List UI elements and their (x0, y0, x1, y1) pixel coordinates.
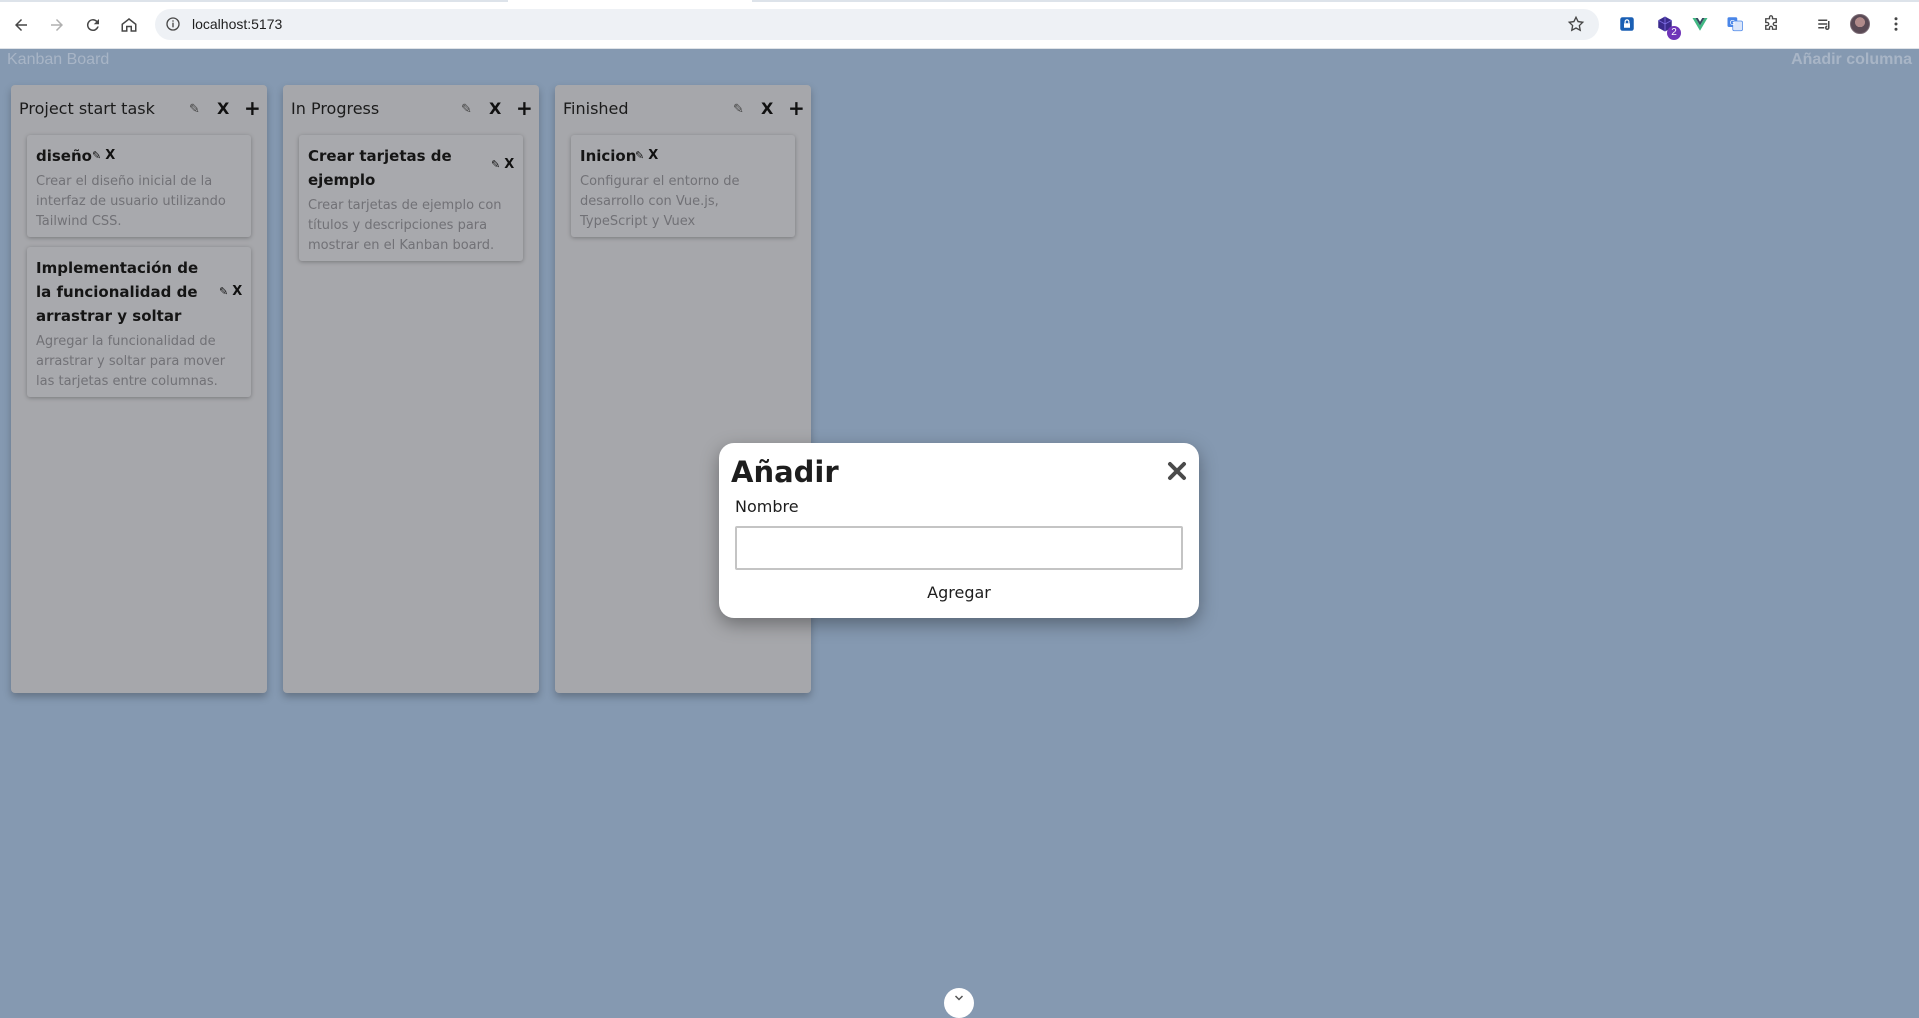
arrow-right-icon (51, 19, 63, 31)
home-icon (121, 18, 137, 32)
browser-toolbar: localhost:5173 2 G (0, 0, 1919, 49)
card-description: Configurar el entorno de desarrollo con … (580, 174, 740, 229)
card-title: Implementación de la funcionalidad de ar… (36, 259, 199, 325)
card-actions: ✎ X (635, 148, 658, 163)
tab-strip-edge (0, 0, 508, 2)
site-info-icon[interactable] (165, 16, 181, 32)
puzzle-icon (1765, 15, 1777, 30)
name-input[interactable] (735, 526, 1183, 570)
forward-button[interactable] (44, 12, 70, 38)
arrow-left-icon (15, 19, 27, 31)
column-title: Project start task (19, 99, 155, 118)
name-field-label: Nombre (735, 497, 799, 516)
translate-extension[interactable]: G (1725, 14, 1745, 34)
kanban-column: Project start task ✎ X + diseño ✎ X Crear… (11, 85, 267, 693)
password-manager-extension[interactable] (1617, 14, 1637, 34)
modal-title: Añadir (731, 455, 839, 489)
delete-column-button[interactable]: X (761, 99, 773, 118)
extension-badge: 2 (1667, 26, 1681, 40)
delete-column-button[interactable]: X (217, 99, 229, 118)
column-header: Project start task ✎ X + (11, 85, 267, 135)
column-header: In Progress ✎ X + (283, 85, 539, 135)
chevron-down-icon (954, 995, 964, 1001)
add-card-button[interactable]: + (244, 96, 261, 120)
app-header: Kanban Board Añadir columna (0, 49, 1919, 73)
delete-card-button[interactable]: X (232, 284, 242, 299)
vue-logo-icon (1692, 18, 1708, 31)
close-icon[interactable] (1165, 459, 1189, 483)
kanban-card[interactable]: Implementación de la funcionalidad de ar… (27, 247, 251, 397)
browser-menu-button[interactable] (1886, 14, 1906, 34)
profile-avatar[interactable] (1850, 14, 1870, 34)
reload-button[interactable] (80, 12, 106, 38)
column-header: Finished ✎ X + (555, 85, 811, 135)
edit-column-icon[interactable]: ✎ (189, 102, 200, 117)
devtools-extension[interactable]: 2 (1655, 14, 1681, 40)
card-title: Inicion (580, 147, 637, 165)
bookmark-star-icon[interactable] (1567, 15, 1585, 33)
card-description: Crear tarjetas de ejemplo con títulos y … (308, 198, 502, 253)
edit-card-icon[interactable]: ✎ (92, 149, 101, 162)
kanban-card[interactable]: diseño ✎ X Crear el diseño inicial de la … (27, 135, 251, 237)
translate-icon: G (1727, 17, 1743, 32)
edit-card-icon[interactable]: ✎ (219, 285, 228, 298)
card-actions: ✎ X (219, 284, 242, 299)
kanban-column: In Progress ✎ X + Crear tarjetas de ejem… (283, 85, 539, 693)
shield-lock-icon (1620, 17, 1634, 31)
home-button[interactable] (116, 12, 142, 38)
add-card-button[interactable]: + (516, 96, 533, 120)
add-card-button[interactable]: + (788, 96, 805, 120)
scroll-down-button[interactable] (944, 988, 974, 1018)
kebab-menu-icon (1894, 17, 1898, 31)
add-modal: Añadir Nombre Agregar (719, 443, 1199, 618)
kanban-card[interactable]: Crear tarjetas de ejemplo ✎ X Crear tarje… (299, 135, 523, 261)
url-text[interactable]: localhost:5173 (192, 16, 282, 32)
extensions-menu-button[interactable] (1761, 14, 1781, 34)
vue-devtools-extension[interactable] (1690, 14, 1710, 34)
add-submit-button[interactable]: Agregar (719, 579, 1199, 605)
column-title: Finished (563, 99, 629, 118)
card-title: diseño (36, 147, 92, 165)
edit-card-icon[interactable]: ✎ (635, 149, 644, 162)
edit-column-icon[interactable]: ✎ (461, 102, 472, 117)
reading-list-button[interactable] (1815, 14, 1835, 34)
column-title: In Progress (291, 99, 380, 118)
card-title: Crear tarjetas de ejemplo (308, 147, 452, 189)
add-column-button[interactable]: Añadir columna (1791, 51, 1912, 69)
svg-text:G: G (1730, 19, 1735, 27)
media-queue-icon (1818, 19, 1830, 30)
address-bar[interactable]: localhost:5173 (155, 9, 1599, 40)
delete-card-button[interactable]: X (504, 157, 514, 172)
card-description: Crear el diseño inicial de la interfaz d… (36, 174, 226, 229)
tab-strip-edge (752, 0, 1919, 2)
delete-card-button[interactable]: X (105, 148, 115, 163)
edit-column-icon[interactable]: ✎ (733, 102, 744, 117)
reload-icon (86, 19, 99, 32)
app-title: Kanban Board (7, 51, 110, 68)
delete-card-button[interactable]: X (648, 148, 658, 163)
edit-card-icon[interactable]: ✎ (491, 158, 500, 171)
delete-column-button[interactable]: X (489, 99, 501, 118)
card-description: Agregar la funcionalidad de arrastrar y … (36, 334, 226, 389)
card-actions: ✎ X (491, 157, 514, 172)
kanban-card[interactable]: Inicion ✎ X Configurar el entorno de desa… (571, 135, 795, 237)
card-actions: ✎ X (92, 148, 115, 163)
back-button[interactable] (8, 12, 34, 38)
